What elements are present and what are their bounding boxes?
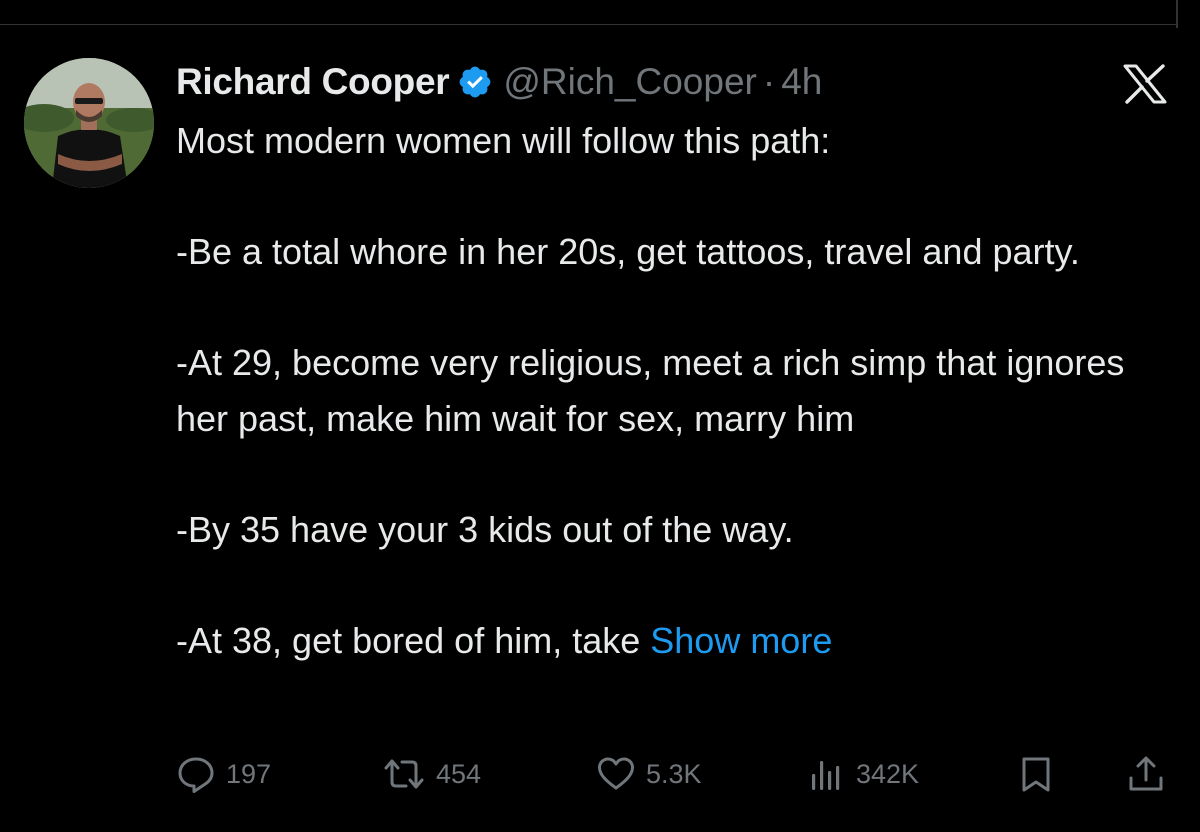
views-button[interactable]: 342K <box>806 752 919 796</box>
repost-icon <box>382 754 426 794</box>
repost-count: 454 <box>436 758 482 789</box>
reply-button[interactable]: 197 <box>176 752 271 796</box>
x-logo-icon[interactable] <box>1118 64 1172 104</box>
share-button[interactable] <box>1126 752 1166 796</box>
tweet-paragraph: -Be a total whore in her 20s, get tattoo… <box>176 231 1080 272</box>
tweet-paragraph: -By 35 have your 3 kids out of the way. <box>176 508 794 550</box>
author-name[interactable]: Richard Cooper <box>176 61 450 103</box>
top-divider <box>0 24 1176 25</box>
column-border <box>1176 0 1178 28</box>
repost-button[interactable]: 454 <box>382 752 481 796</box>
reply-icon <box>176 754 216 794</box>
author-handle[interactable]: @Rich_Cooper <box>503 61 757 103</box>
views-count: 342K <box>856 758 920 789</box>
like-count: 5.3K <box>646 758 702 789</box>
share-icon <box>1126 754 1166 794</box>
tweet-text: Most modern women will follow this path:… <box>176 113 1176 668</box>
avatar-image <box>24 58 154 188</box>
verified-badge-icon <box>457 64 493 100</box>
like-button[interactable]: 5.3K <box>596 752 702 796</box>
avatar[interactable] <box>24 58 154 188</box>
tweet-paragraph: -At 29, become very religious, meet a ri… <box>176 342 1125 439</box>
reply-count: 197 <box>226 758 272 789</box>
bookmark-icon <box>1016 754 1056 794</box>
tweet-paragraph-truncated: -At 38, get bored of him, take Show more <box>176 613 1176 669</box>
bookmark-button[interactable] <box>1016 752 1056 796</box>
action-bar: 197 454 5.3K 342K <box>176 752 1176 796</box>
tweet-paragraph: Most modern women will follow this path: <box>176 120 831 161</box>
views-icon <box>806 754 846 794</box>
tweet-header: Richard Cooper @Rich_Cooper · 4h <box>176 58 822 106</box>
timestamp[interactable]: 4h <box>781 61 822 103</box>
truncated-text: -At 38, get bored of him, take <box>176 619 651 661</box>
heart-icon <box>596 754 636 794</box>
separator-dot: · <box>762 61 776 102</box>
show-more-link[interactable]: Show more <box>650 620 832 661</box>
